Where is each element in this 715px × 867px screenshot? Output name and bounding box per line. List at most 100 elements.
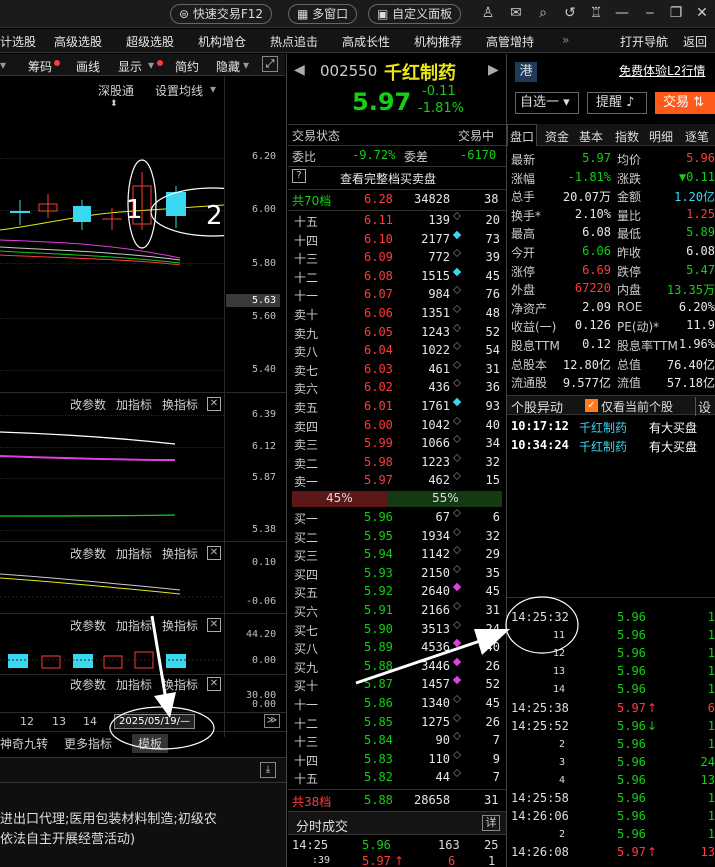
fullscreen-icon[interactable]: ⤢: [262, 56, 278, 72]
next-stock-icon[interactable]: ▶: [488, 62, 499, 78]
close-icon[interactable]: ✕: [694, 5, 710, 21]
search-icon[interactable]: ⌕: [535, 5, 551, 21]
refresh-icon[interactable]: ↺: [562, 5, 578, 21]
add-indicator-button[interactable]: 加指标: [116, 396, 152, 413]
sell-level-label: 卖八: [294, 345, 319, 360]
mail-icon[interactable]: ✉: [508, 5, 524, 21]
tab-detail[interactable]: 明细: [649, 128, 673, 145]
edit-params-button[interactable]: 改参数: [70, 396, 106, 413]
ma-settings-tab[interactable]: 设置均线: [155, 82, 203, 99]
company-desc-line1: 进出口代理;医用包装材料制造;初级农: [0, 812, 217, 827]
simple-button[interactable]: 简约: [175, 58, 199, 75]
alert-stock-name: 千红制药: [579, 421, 628, 435]
alert-button[interactable]: 提醒 ♪: [587, 92, 647, 114]
date-axis-label: 14: [83, 715, 97, 728]
close-panel-icon[interactable]: ✕: [207, 546, 221, 560]
trade-button[interactable]: 交易 ⇅: [655, 92, 715, 114]
dropdown-arrow-icon[interactable]: ▾: [0, 58, 6, 72]
order-marker-icon: [452, 379, 462, 388]
download-icon[interactable]: ⤓: [260, 762, 276, 778]
quote-value: 1.25: [686, 206, 715, 221]
prev-stock-icon[interactable]: ◀: [294, 62, 305, 78]
quote-value: ▼0.11: [678, 169, 715, 184]
current-price-axis-label: 5.63: [252, 295, 277, 306]
hide-button[interactable]: 隐藏: [216, 58, 240, 75]
help-icon[interactable]: ?: [292, 169, 306, 183]
trade-row: 3 5.96 24: [507, 754, 715, 772]
sell-level-label: 十二: [294, 270, 319, 285]
tab-funds[interactable]: 资金: [545, 128, 569, 145]
scroll-right-icon[interactable]: ≫: [264, 714, 280, 728]
big-order-marker-icon: [452, 230, 462, 239]
menu-item-stock-select[interactable]: 计选股: [0, 33, 36, 50]
buy-price: 5.85: [364, 714, 393, 729]
trade-price: 5.96: [617, 628, 646, 643]
menu-item-hotspot[interactable]: 热点追击: [270, 33, 318, 50]
display-button[interactable]: 显示: [118, 58, 142, 75]
tab-tick-by-tick[interactable]: 逐笔: [685, 128, 709, 145]
tab-magic-nine[interactable]: 神奇九转: [0, 735, 48, 752]
price-axis-label: 5.40: [252, 364, 277, 375]
menu-item-exec-increase[interactable]: 高管增持: [486, 33, 534, 50]
close-panel-icon[interactable]: ✕: [207, 397, 221, 411]
quote-label: 总手: [511, 190, 536, 205]
menu-item-high-growth[interactable]: 高成长性: [342, 33, 390, 50]
shirt-icon[interactable]: ♖: [588, 5, 604, 21]
edit-params-button[interactable]: 改参数: [70, 617, 106, 634]
tab-more-indicators[interactable]: 更多指标: [64, 735, 112, 752]
multi-window-label: 多窗口: [312, 7, 349, 21]
trade-price: 5.96: [617, 791, 646, 805]
edit-params-button[interactable]: 改参数: [70, 676, 106, 693]
custom-panel-button[interactable]: ▣ 自定义面板: [368, 4, 462, 24]
quote-label: 最新: [511, 153, 536, 167]
quote-value: 1.96%: [678, 337, 715, 351]
full-book-link[interactable]: 查看完整档买卖盘: [340, 170, 436, 187]
sell-price: 6.08: [364, 268, 393, 283]
sell-level-label: 卖七: [294, 363, 319, 378]
hk-connect-badge[interactable]: 港: [515, 62, 537, 82]
l2-trial-link[interactable]: 免费体验L2行情: [619, 62, 705, 79]
sell-level-label: 卖一: [294, 475, 319, 490]
order-marker-icon: [452, 694, 462, 704]
draw-line-button[interactable]: 画线: [76, 58, 100, 75]
menu-item-institution-increase[interactable]: 机构增仓: [198, 33, 246, 50]
tab-basics[interactable]: 基本: [579, 128, 603, 145]
quote-label: ROE: [617, 299, 643, 314]
switch-indicator-button[interactable]: 换指标: [162, 396, 198, 413]
minimize-window-icon[interactable]: ‒: [642, 5, 658, 21]
close-panel-icon[interactable]: ✕: [207, 618, 221, 632]
watchlist-dropdown[interactable]: 自选一 ▾: [515, 92, 579, 114]
minimize-icon[interactable]: —: [614, 5, 630, 21]
tab-quote[interactable]: 盘口: [507, 124, 537, 146]
ticks-tab[interactable]: 分时成交: [296, 816, 348, 835]
bid-diff-label: 委差: [404, 150, 429, 164]
menu-item-advanced-select[interactable]: 高级选股: [54, 33, 102, 50]
tab-index[interactable]: 指数: [615, 128, 639, 145]
divider: [288, 210, 506, 211]
chip-button[interactable]: 筹码: [28, 58, 52, 75]
sz-connect-tab[interactable]: 深股通: [98, 82, 134, 99]
ticks-detail-button[interactable]: 详: [482, 815, 500, 831]
menu-item-back[interactable]: 返回: [683, 33, 707, 50]
buy-order-row: 买一 5.96 67 6: [288, 508, 506, 527]
quick-trade-button[interactable]: ⊜ 快速交易F12: [170, 4, 273, 24]
sell-price: 6.02: [364, 380, 393, 395]
anomaly-settings-button[interactable]: 设: [695, 397, 711, 416]
multi-window-button[interactable]: ▦ 多窗口: [288, 4, 358, 24]
alert-time: 10:34:24: [511, 437, 569, 452]
full-book-row[interactable]: ? 查看完整档买卖盘: [288, 169, 506, 187]
menu-item-super-select[interactable]: 超级选股: [126, 33, 174, 50]
quote-label: 金额: [617, 190, 642, 205]
menu-item-institution-recommend[interactable]: 机构推荐: [414, 33, 462, 50]
quote-value: 5.97: [582, 151, 611, 165]
trade-row: 14:25:58 5.96 1: [507, 790, 715, 808]
close-panel-icon[interactable]: ✕: [207, 677, 221, 691]
checkbox-checked-icon[interactable]: ✓: [585, 399, 598, 412]
sell-volume: 1243: [421, 324, 450, 339]
menu-item-open-nav[interactable]: 打开导航: [620, 33, 668, 50]
user-icon[interactable]: ♙: [480, 5, 496, 21]
buy-order-row: 十四 5.83 110 9: [288, 750, 506, 769]
more-icon[interactable]: »: [562, 33, 569, 47]
restore-icon[interactable]: ❐: [668, 5, 684, 21]
current-stock-only-label[interactable]: 仅看当前个股: [601, 398, 673, 415]
